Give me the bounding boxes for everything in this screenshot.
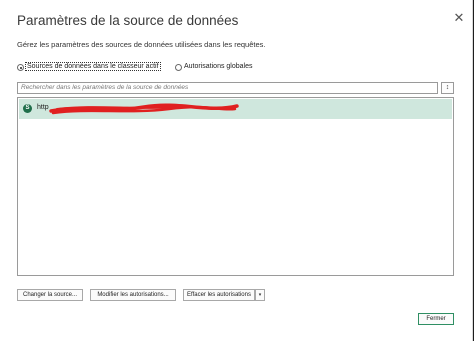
radio-active-workbook[interactable] bbox=[17, 64, 24, 71]
sharepoint-icon: S bbox=[23, 104, 32, 113]
sort-icon[interactable]: ↕ bbox=[441, 82, 454, 94]
dialog-description: Gérez les paramètres des sources de donn… bbox=[17, 40, 266, 49]
chevron-down-icon[interactable]: ▾ bbox=[255, 289, 265, 301]
dialog-title: Paramètres de la source de données bbox=[17, 13, 239, 28]
close-icon[interactable]: ✕ bbox=[453, 11, 465, 24]
list-item[interactable]: S http bbox=[19, 99, 452, 119]
change-source-button[interactable]: Changer la source... bbox=[17, 289, 83, 301]
close-button[interactable]: Fermer bbox=[418, 313, 454, 325]
data-source-url: http bbox=[37, 104, 49, 111]
search-placeholder: Rechercher dans les paramètres de la sou… bbox=[21, 84, 189, 91]
radio-global-permissions[interactable] bbox=[175, 64, 182, 71]
radio-label-active-workbook[interactable]: Sources de données dans le classeur acti… bbox=[25, 62, 161, 71]
data-source-list[interactable]: S http bbox=[17, 97, 454, 276]
edit-permissions-button[interactable]: Modifier les autorisations... bbox=[90, 289, 176, 301]
clear-permissions-button[interactable]: Effacer les autorisations bbox=[183, 289, 255, 301]
radio-label-global-permissions[interactable]: Autorisations globales bbox=[184, 63, 253, 70]
redaction-scribble bbox=[49, 103, 239, 115]
search-input[interactable]: Rechercher dans les paramètres de la sou… bbox=[17, 82, 438, 94]
